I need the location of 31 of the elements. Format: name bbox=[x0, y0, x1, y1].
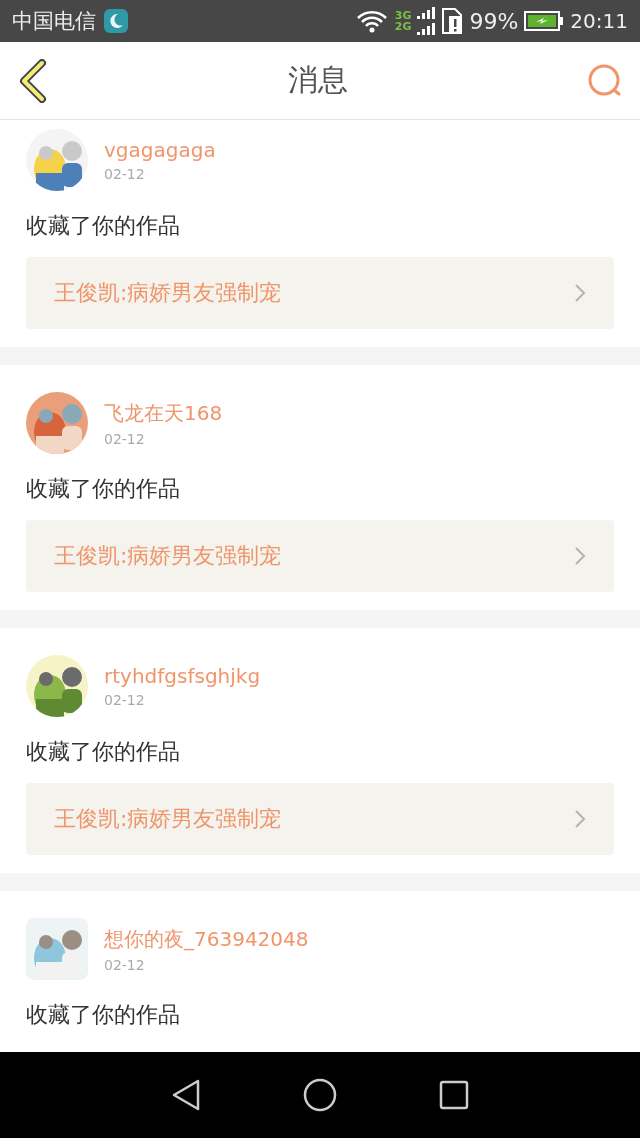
username[interactable]: rtyhdfgsfsghjkg bbox=[104, 664, 261, 688]
carrier-name: 中国电信 bbox=[12, 8, 96, 35]
message-text: 收藏了你的作品 bbox=[26, 475, 181, 503]
network-type-label: 3G bbox=[394, 10, 412, 21]
moon-icon bbox=[104, 9, 128, 33]
back-nav-icon[interactable] bbox=[171, 1078, 201, 1112]
sim-alert-icon bbox=[441, 7, 464, 35]
home-nav-icon[interactable] bbox=[303, 1078, 337, 1112]
username[interactable]: 飞龙在天168 bbox=[104, 399, 223, 427]
message-date: 02-12 bbox=[104, 430, 146, 447]
recents-nav-icon[interactable] bbox=[439, 1080, 469, 1110]
message-date: 02-12 bbox=[104, 166, 146, 182]
work-link[interactable]: 王俊凯:病娇男友强制宠 bbox=[26, 520, 614, 592]
message-text: 收藏了你的作品 bbox=[26, 1001, 181, 1029]
page-title: 消息 bbox=[288, 61, 348, 99]
work-link[interactable]: 王俊凯:病娇男友强制宠 bbox=[26, 783, 614, 855]
chevron-right-icon bbox=[574, 283, 586, 303]
chevron-right-icon bbox=[574, 546, 586, 566]
chevron-right-icon bbox=[574, 809, 586, 829]
message-text: 收藏了你的作品 bbox=[26, 212, 181, 240]
message-text: 收藏了你的作品 bbox=[26, 738, 181, 766]
battery-charging-icon bbox=[524, 10, 565, 32]
battery-percent: 99% bbox=[469, 8, 519, 34]
username[interactable]: 想你的夜_763942048 bbox=[104, 925, 309, 953]
clock-time: 20:11 bbox=[570, 9, 628, 33]
message-date: 02-12 bbox=[104, 692, 146, 708]
work-link[interactable]: 王俊凯:病娇男友强制宠 bbox=[26, 257, 614, 329]
message-date: 02-12 bbox=[104, 956, 146, 973]
network-type-label: 2G bbox=[394, 21, 412, 32]
username[interactable]: vgagagaga bbox=[104, 138, 216, 162]
signal-icon bbox=[417, 6, 436, 36]
